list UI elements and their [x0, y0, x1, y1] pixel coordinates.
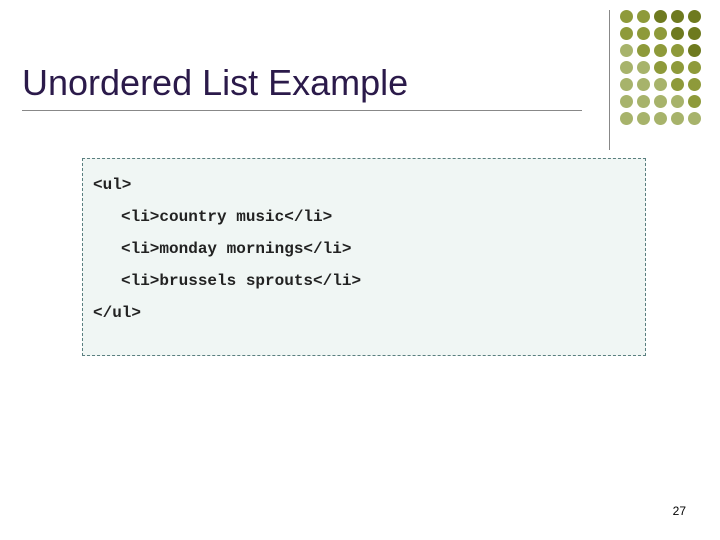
code-line: <li>country music</li>	[93, 209, 635, 225]
decor-dot	[637, 44, 650, 57]
decor-dot	[688, 112, 701, 125]
code-line: <li>monday mornings</li>	[93, 241, 635, 257]
decor-dot	[671, 112, 684, 125]
decor-dot	[654, 61, 667, 74]
slide-title: Unordered List Example	[22, 62, 582, 111]
decor-divider	[609, 10, 610, 150]
decor-dot	[654, 112, 667, 125]
decor-dot	[620, 27, 633, 40]
slide: Unordered List Example <ul> <li>country …	[0, 0, 720, 540]
decor-dot	[688, 95, 701, 108]
code-line: <li>brussels sprouts</li>	[93, 273, 635, 289]
code-line: </ul>	[93, 305, 635, 321]
code-line: <ul>	[93, 177, 635, 193]
decor-dot	[671, 61, 684, 74]
decor-dot	[620, 61, 633, 74]
decor-dot	[620, 112, 633, 125]
decor-dot	[688, 44, 701, 57]
code-example-box: <ul> <li>country music</li> <li>monday m…	[82, 158, 646, 356]
decor-dot	[671, 27, 684, 40]
decor-dot	[671, 44, 684, 57]
decor-dot	[637, 61, 650, 74]
decor-dot	[620, 10, 633, 23]
decor-dot	[637, 112, 650, 125]
decor-dot	[620, 78, 633, 91]
decor-dot	[688, 78, 701, 91]
corner-decor	[609, 10, 702, 150]
decor-dot	[654, 95, 667, 108]
decor-dot	[671, 78, 684, 91]
decor-dot	[671, 10, 684, 23]
decor-dot-grid	[620, 10, 702, 126]
decor-dot	[688, 27, 701, 40]
decor-dot	[620, 44, 633, 57]
decor-dot	[637, 27, 650, 40]
decor-dot	[688, 61, 701, 74]
decor-dot	[688, 10, 701, 23]
page-number: 27	[673, 504, 686, 518]
decor-dot	[637, 10, 650, 23]
decor-dot	[620, 95, 633, 108]
decor-dot	[654, 78, 667, 91]
decor-dot	[637, 78, 650, 91]
decor-dot	[654, 27, 667, 40]
decor-dot	[637, 95, 650, 108]
decor-dot	[671, 95, 684, 108]
decor-dot	[654, 10, 667, 23]
decor-dot	[654, 44, 667, 57]
